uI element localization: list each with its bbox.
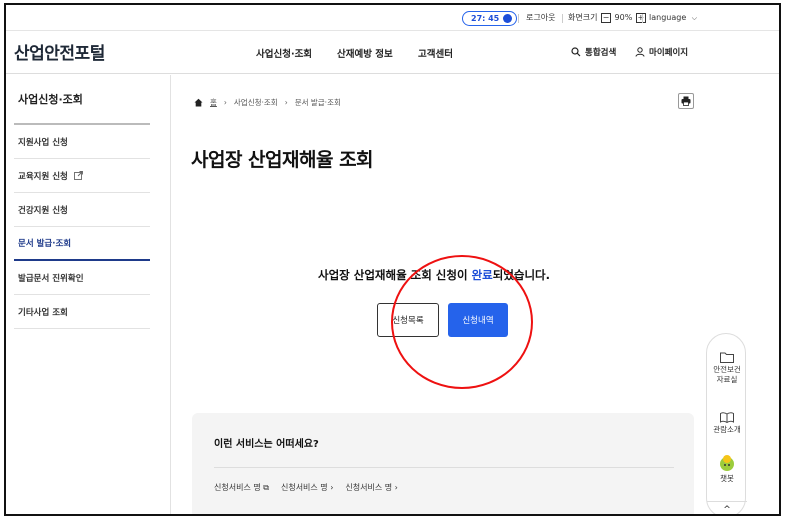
print-button[interactable] [678, 93, 694, 109]
utility-bar: 27: 45 로그아웃 화면크기 − 90% + language ⌵ [6, 5, 779, 31]
nav-item-support[interactable]: 고객센터 [418, 46, 453, 60]
timer-refresh-icon[interactable] [503, 14, 513, 23]
site-header: 산업안전포털 사업신청·조회 산재예방 정보 고객센터 통합검색 마이페이지 [6, 32, 779, 74]
quick-item-chatbot[interactable]: 챗봇 [707, 454, 747, 484]
divider [562, 14, 563, 23]
search-button[interactable]: 통합검색 [571, 46, 616, 58]
zoom-in-button[interactable]: + [635, 12, 646, 23]
sidebar-item-label: 건강지원 신청 [18, 205, 68, 216]
external-link-icon: ⧉ [263, 483, 269, 492]
completion-message-pre: 사업장 산업재해율 조회 신청이 [318, 268, 472, 282]
recommend-divider [214, 467, 674, 468]
folder-icon [720, 352, 734, 363]
printer-icon [681, 96, 691, 106]
quick-item-label: 안전보건 자료실 [713, 365, 741, 384]
chevron-right-icon: › [284, 98, 288, 107]
divider [642, 14, 643, 23]
language-select[interactable]: language ⌵ [649, 11, 697, 25]
sidebar-item-documents[interactable]: 문서 발급·조회 [14, 227, 150, 261]
completion-message-post: 되었습니다. [492, 268, 551, 282]
recommend-link[interactable]: 신청서비스 명 ⧉ [214, 482, 269, 493]
recommend-title: 이런 서비스는 어떠세요? [214, 439, 319, 450]
page-title: 사업장 산업재해율 조회 [191, 149, 374, 171]
user-icon [635, 47, 645, 57]
book-icon [720, 412, 734, 423]
application-history-button[interactable]: 신청내역 [448, 303, 508, 337]
search-icon [571, 47, 581, 57]
quick-item-tour[interactable]: 관람소개 [707, 412, 747, 435]
sidebar-item-label: 교육지원 신청 [18, 171, 68, 182]
zoom-out-button[interactable]: − [601, 12, 611, 23]
application-list-button[interactable]: 신청목록 [377, 303, 439, 337]
quick-item-label: 관람소개 [713, 425, 741, 434]
recommend-links: 신청서비스 명 ⧉ 신청서비스 명 › 신청서비스 명 › [214, 482, 398, 493]
home-icon[interactable] [194, 98, 203, 107]
sidebar-item-support-apply[interactable]: 지원사업 신청 [14, 125, 150, 159]
chevron-right-icon: › [223, 98, 227, 107]
zoom-label: 화면크기 [568, 13, 598, 22]
nav-item-prevention[interactable]: 산재예방 정보 [337, 46, 393, 60]
mypage-button[interactable]: 마이페이지 [635, 46, 688, 58]
search-label: 통합검색 [585, 48, 617, 58]
quick-item-label: 챗봇 [720, 474, 734, 483]
completion-message: 사업장 산업재해율 조회 신청이 완료되었습니다. [318, 267, 550, 283]
nav-item-apply[interactable]: 사업신청·조회 [256, 46, 312, 60]
sidebar-item-verify[interactable]: 발급문서 진위확인 [14, 261, 150, 295]
breadcrumb-level2: 문서 발급·조회 [294, 98, 341, 107]
language-label: language [649, 13, 687, 22]
logout-link[interactable]: 로그아웃 [526, 11, 555, 25]
session-timer-value: 27: 45 [471, 14, 500, 23]
chevron-right-icon: › [394, 483, 398, 492]
recommend-link-label: 신청서비스 명 [214, 483, 261, 492]
chevron-down-icon: ⌵ [691, 14, 698, 22]
zoom-control: 화면크기 − 90% + [568, 11, 647, 25]
recommend-link-label: 신청서비스 명 [280, 483, 328, 492]
breadcrumb-home[interactable]: 홈 [210, 97, 217, 108]
recommend-link-label: 신청서비스 명 [345, 483, 393, 492]
recommend-section: 이런 서비스는 어떠세요? 신청서비스 명 ⧉ 신청서비스 명 › 신청서비스 … [192, 413, 694, 514]
sidebar-item-health[interactable]: 건강지원 신청 [14, 193, 150, 227]
site-logo[interactable]: 산업안전포털 [14, 39, 105, 64]
sidebar-border [170, 75, 171, 514]
sidebar-item-other[interactable]: 기타사업 조회 [14, 295, 150, 329]
breadcrumb: 홈 › 사업신청·조회 › 문서 발급·조회 [194, 97, 341, 108]
breadcrumb-level1[interactable]: 사업신청·조회 [234, 97, 278, 108]
scroll-top-button[interactable]: ^ [707, 501, 747, 514]
sidebar-title: 사업신청·조회 [18, 93, 83, 106]
recommend-link[interactable]: 신청서비스 명 › [345, 482, 397, 493]
sidebar-item-education[interactable]: 교육지원 신청 [14, 159, 150, 193]
sidebar-item-label: 지원사업 신청 [18, 137, 68, 148]
chatbot-icon [720, 455, 734, 471]
completion-highlight: 완료 [471, 268, 493, 282]
recommend-link[interactable]: 신청서비스 명 › [281, 482, 333, 493]
quick-item-docs[interactable]: 안전보건 자료실 [707, 352, 747, 385]
sidebar-item-label: 문서 발급·조회 [18, 239, 72, 249]
session-timer[interactable]: 27: 45 [462, 11, 518, 26]
divider [518, 14, 519, 23]
zoom-value: 90% [614, 13, 633, 22]
external-link-icon [73, 171, 83, 180]
quick-menu: 안전보건 자료실 관람소개 챗봇 ^ [706, 333, 747, 514]
sidebar-item-label: 발급문서 진위확인 [18, 273, 84, 284]
sidebar-item-label: 기타사업 조회 [18, 307, 68, 318]
app-frame: 27: 45 로그아웃 화면크기 − 90% + language ⌵ 산업안전… [4, 3, 781, 516]
mypage-label: 마이페이지 [649, 48, 689, 58]
chevron-right-icon: › [330, 483, 334, 492]
